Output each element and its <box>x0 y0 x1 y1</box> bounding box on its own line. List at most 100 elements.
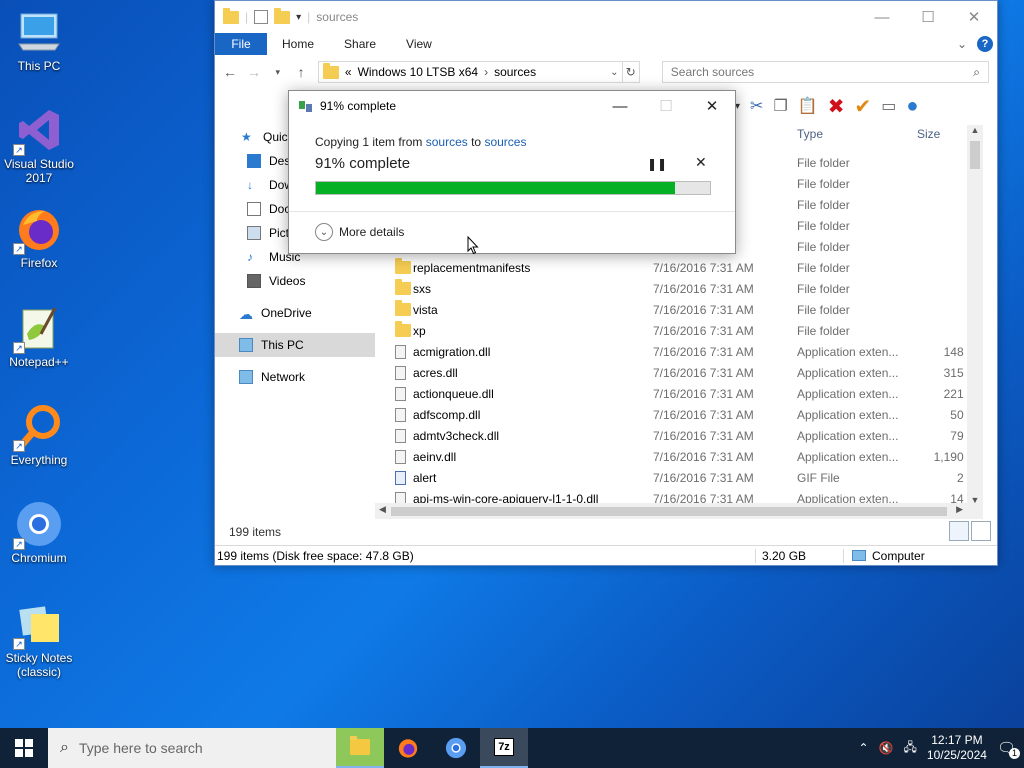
network-icon[interactable]: 🖧 <box>904 738 917 759</box>
more-details-button[interactable]: ⌄ More details <box>315 223 404 241</box>
copy-icon[interactable]: ❐ <box>773 96 787 116</box>
file-row[interactable]: admtv3check.dll 7/16/2016 7:31 AM Applicat… <box>389 425 983 446</box>
dialog-minimize-button[interactable]: — <box>597 91 643 121</box>
file-date: 7/16/2016 7:31 AM <box>653 449 754 464</box>
dialog-title: 91% complete <box>320 99 397 113</box>
sidebar-item-videos[interactable]: Videos <box>215 269 375 293</box>
delete-icon[interactable]: ✖ <box>828 94 845 119</box>
view-toggle <box>949 521 991 541</box>
scroll-up-icon[interactable]: ▲ <box>967 125 983 135</box>
dialog-close-button[interactable]: ✕ <box>689 91 735 121</box>
ribbon-tab-home[interactable]: Home <box>267 37 329 51</box>
file-row[interactable]: vista 7/16/2016 7:31 AM File folder <box>389 299 983 320</box>
new-folder-icon[interactable] <box>274 7 291 24</box>
copy-progress-dialog[interactable]: 91% complete — ☐ ✕ Copying 1 item from s… <box>288 90 736 254</box>
desktop-icon-everything[interactable]: ↗ Everything <box>2 402 76 467</box>
hscroll-thumb[interactable] <box>391 507 947 516</box>
desktop-icon-sticky-notes[interactable]: ↗ Sticky Notes (classic) <box>2 600 76 679</box>
taskbar-chromium[interactable] <box>432 728 480 768</box>
desktop-icon-this-pc[interactable]: This PC <box>2 8 76 73</box>
up-button[interactable]: ↑ <box>294 64 307 80</box>
address-dropdown-icon[interactable]: ⌄ <box>610 67 622 78</box>
rename-icon[interactable]: ▭ <box>881 96 896 116</box>
sidebar-item-network[interactable]: Network <box>215 365 375 389</box>
desktop-icon-notepadpp[interactable]: ↗ Notepad++ <box>2 304 76 369</box>
taskbar-firefox[interactable] <box>384 728 432 768</box>
breadcrumb-windows10[interactable]: Windows 10 LTSB x64 <box>358 65 479 79</box>
desktop-icon-visual-studio[interactable]: ↗ Visual Studio 2017 <box>2 106 76 185</box>
start-button[interactable] <box>0 728 48 768</box>
explorer-titlebar[interactable]: | ▾ | sources — ☐ ✕ <box>215 1 997 33</box>
vertical-scrollbar[interactable]: ▲ ▼ <box>967 125 983 505</box>
show-hidden-icons-icon[interactable]: ⌃ <box>858 741 868 755</box>
scroll-left-icon[interactable]: ◀ <box>379 504 386 515</box>
checkmark-icon[interactable]: ✔ <box>854 94 871 119</box>
pause-button[interactable]: ❚❚ <box>647 157 667 171</box>
file-type: File folder <box>797 176 850 191</box>
taskbar-search-input[interactable]: ⌕ Type here to search <box>48 728 336 768</box>
taskbar-7zip[interactable]: 7z <box>480 728 528 768</box>
file-row[interactable]: xp 7/16/2016 7:31 AM File folder <box>389 320 983 341</box>
recent-locations-icon[interactable]: ▾ <box>271 67 284 78</box>
explorer-window[interactable]: | ▾ | sources — ☐ ✕ File Home Share View… <box>214 0 998 566</box>
desktop-icon-firefox[interactable]: ↗ Firefox <box>2 205 76 270</box>
back-button[interactable]: ← <box>223 64 237 80</box>
file-row[interactable]: aeinv.dll 7/16/2016 7:31 AM Application ex… <box>389 446 983 467</box>
file-row[interactable]: actionqueue.dll 7/16/2016 7:31 AM Applicat… <box>389 383 983 404</box>
taskbar-file-explorer[interactable] <box>336 728 384 768</box>
large-icons-view-icon[interactable] <box>971 521 991 541</box>
forward-button[interactable]: → <box>247 64 261 80</box>
sidebar-item-onedrive[interactable]: ☁ OneDrive <box>215 301 375 325</box>
cut-icon[interactable]: ✂ <box>750 96 763 116</box>
minimize-button[interactable]: — <box>859 2 905 32</box>
status-size: 3.20 GB <box>755 548 843 563</box>
file-row[interactable]: adfscomp.dll 7/16/2016 7:31 AM Application… <box>389 404 983 425</box>
file-row[interactable]: replacementmanifests 7/16/2016 7:31 AM Fil… <box>389 257 983 278</box>
scroll-right-icon[interactable]: ▶ <box>956 504 963 515</box>
breadcrumb-separator[interactable]: › <box>484 65 488 79</box>
globe-icon[interactable]: ● <box>906 95 918 118</box>
volume-muted-icon[interactable]: 🔇 <box>879 741 894 755</box>
file-row[interactable]: alert7/16/2016 7:31 AMGIF File2 KB <box>389 467 983 488</box>
help-icon[interactable]: ? <box>977 36 993 52</box>
destination-link[interactable]: sources <box>484 135 526 149</box>
file-row[interactable]: acmigration.dll 7/16/2016 7:31 AM Applicat… <box>389 341 983 362</box>
file-type: Application exten... <box>797 407 899 422</box>
cancel-copy-button[interactable]: ✕ <box>695 154 707 171</box>
refresh-icon[interactable]: ↻ <box>622 61 640 83</box>
clock[interactable]: 12:17 PM 10/25/2024 <box>927 733 987 763</box>
details-view-icon[interactable] <box>949 521 969 541</box>
close-button[interactable]: ✕ <box>951 2 997 32</box>
dialog-titlebar[interactable]: 91% complete — ☐ ✕ <box>289 91 735 121</box>
search-input[interactable]: Search sources ⌕ <box>661 61 989 83</box>
breadcrumb-sources[interactable]: sources <box>494 65 536 79</box>
source-link[interactable]: sources <box>426 135 468 149</box>
network-icon <box>239 370 253 384</box>
customize-quick-access-icon[interactable]: ▾ <box>296 12 301 23</box>
dialog-maximize-button: ☐ <box>659 98 673 115</box>
maximize-button[interactable]: ☐ <box>905 2 951 32</box>
paste-icon[interactable]: 📋 <box>798 96 818 116</box>
column-header-type[interactable]: Type <box>797 127 823 141</box>
address-overflow[interactable]: « <box>345 65 352 79</box>
column-header-size[interactable]: Size <box>917 127 940 141</box>
ribbon-tab-share[interactable]: Share <box>329 37 391 51</box>
ribbon-tab-view[interactable]: View <box>391 37 447 51</box>
file-name: adfscomp.dll <box>413 407 481 422</box>
desktop-icon-chromium[interactable]: ↗ Chromium <box>2 500 76 565</box>
expand-ribbon-icon[interactable]: ⌄ <box>957 37 967 51</box>
properties-icon[interactable] <box>254 10 269 24</box>
dll-file-icon <box>395 366 406 383</box>
file-type: Application exten... <box>797 386 899 401</box>
horizontal-scrollbar[interactable]: ◀ ▶ <box>375 503 983 519</box>
address-field[interactable]: « Windows 10 LTSB x64 › sources ⌄ <box>317 61 624 83</box>
file-row[interactable]: acres.dll 7/16/2016 7:31 AM Application ex… <box>389 362 983 383</box>
download-icon: ↓ <box>247 178 253 192</box>
ribbon-tab-file[interactable]: File <box>215 33 267 55</box>
sticky-notes-icon: ↗ <box>13 600 63 650</box>
sidebar-item-this-pc[interactable]: This PC <box>215 333 375 357</box>
scroll-thumb[interactable] <box>970 141 980 169</box>
file-name: vista <box>413 302 438 317</box>
notification-center-icon[interactable]: 🗨 1 <box>997 739 1020 759</box>
file-row[interactable]: sxs 7/16/2016 7:31 AM File folder <box>389 278 983 299</box>
